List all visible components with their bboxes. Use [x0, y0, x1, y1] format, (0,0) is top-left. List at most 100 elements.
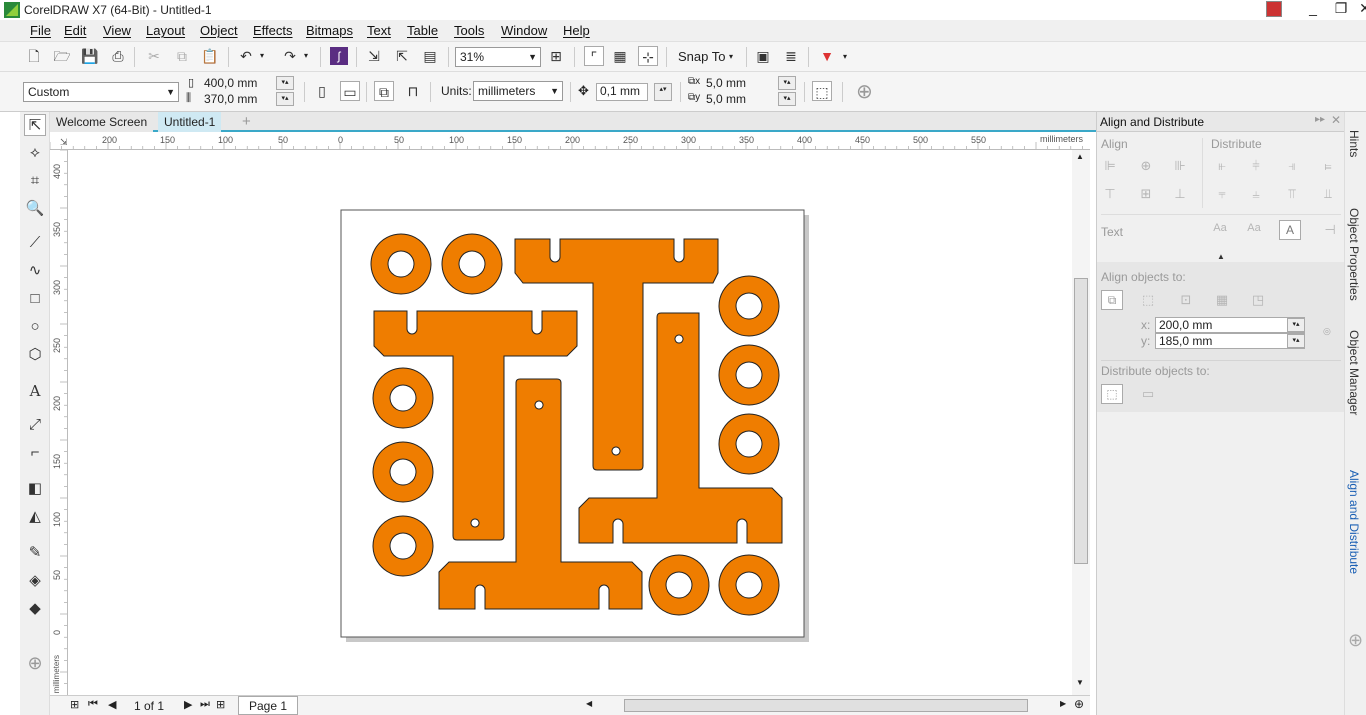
y-spinner[interactable]: ▾▴: [1287, 334, 1305, 348]
specified-point-target-icon[interactable]: ◎: [1323, 326, 1331, 337]
add-tool-icon[interactable]: ⊕: [24, 652, 46, 674]
menu-object[interactable]: Object: [200, 23, 238, 38]
page-height-spinner[interactable]: ▾▴: [276, 92, 294, 106]
snap-to-dropdown-icon[interactable]: ▾: [729, 52, 733, 61]
align-center-horizontal-icon[interactable]: ⊕: [1137, 158, 1155, 174]
menu-help[interactable]: Help: [563, 23, 590, 38]
insert-page-before-icon[interactable]: ⊞: [70, 698, 79, 711]
crop-tool-icon[interactable]: ⌗: [24, 170, 46, 192]
distribute-middle-icon[interactable]: ⫨: [1247, 186, 1265, 202]
drop-shadow-icon[interactable]: ◧: [24, 478, 46, 500]
undo-icon[interactable]: ↶: [236, 46, 256, 66]
insert-page-after-icon[interactable]: ⊞: [216, 698, 225, 711]
full-screen-preview-icon[interactable]: ⊞: [546, 46, 566, 66]
portrait-icon[interactable]: ▯: [312, 81, 332, 101]
align-left-icon[interactable]: ⊫: [1101, 158, 1119, 174]
page-tab[interactable]: Page 1: [238, 696, 299, 715]
menu-view[interactable]: View: [103, 23, 131, 38]
page-preset-combo[interactable]: Custom ▼: [23, 82, 179, 102]
tab-object-properties[interactable]: Object Properties: [1347, 208, 1361, 301]
show-rulers-icon[interactable]: ⌜: [584, 46, 604, 66]
distribute-right-icon[interactable]: ⫣: [1283, 158, 1301, 174]
zoom-level-combo[interactable]: 31% ▼: [455, 47, 541, 67]
align-top-icon[interactable]: ⊤: [1101, 186, 1119, 202]
align-bottom-icon[interactable]: ⊥: [1171, 186, 1189, 202]
zoom-navigator-icon[interactable]: ⊕: [1074, 697, 1084, 711]
text-bounding-box-icon[interactable]: A: [1279, 220, 1301, 240]
ruler-origin-icon[interactable]: ⇲: [60, 137, 68, 148]
save-icon[interactable]: 💾: [80, 46, 100, 66]
pick-tool-icon[interactable]: ⇱: [24, 114, 46, 136]
tab-align-and-distribute[interactable]: Align and Distribute: [1347, 470, 1361, 574]
tab-object-manager[interactable]: Object Manager: [1347, 330, 1361, 415]
horizontal-ruler[interactable]: ⇲ 200 150 100 50 0 50 100 150 200 250 30…: [50, 132, 1090, 150]
redo-dropdown-icon[interactable]: ▾: [304, 51, 308, 60]
last-page-icon[interactable]: ⏭: [200, 698, 210, 711]
first-page-icon[interactable]: ⏮: [88, 698, 98, 711]
page-width-field[interactable]: 400,0 mm: [204, 76, 257, 90]
minimize-button[interactable]: _: [1302, 0, 1324, 16]
open-icon[interactable]: 🗁: [52, 46, 72, 66]
current-page-icon[interactable]: ⊓: [403, 81, 423, 101]
drawing-canvas[interactable]: [68, 150, 1072, 695]
scroll-down-icon[interactable]: ▼: [1076, 678, 1084, 687]
distribute-spacing-vertical-icon[interactable]: ⫫: [1319, 186, 1337, 202]
zoom-tool-icon[interactable]: 🔍: [24, 198, 46, 220]
rectangle-tool-icon[interactable]: □: [24, 288, 46, 310]
menu-layout[interactable]: Layout: [146, 23, 185, 38]
corel-connect-icon[interactable]: ʃ: [330, 47, 348, 65]
snap-to-button[interactable]: Snap To: [678, 49, 725, 64]
show-guidelines-icon[interactable]: ⊹: [638, 46, 658, 66]
shape-tool-icon[interactable]: ⟡: [24, 142, 46, 164]
copy-icon[interactable]: ⧉: [172, 46, 192, 66]
landscape-icon[interactable]: ▭: [340, 81, 360, 101]
redo-icon[interactable]: ↷: [280, 46, 300, 66]
ellipse-tool-icon[interactable]: ○: [24, 316, 46, 338]
smart-fill-icon[interactable]: ◆: [24, 598, 46, 620]
docker-expand-icon[interactable]: ▸▸: [1315, 114, 1325, 125]
undo-dropdown-icon[interactable]: ▾: [260, 51, 264, 60]
duplicate-y-spinner[interactable]: ▾▴: [778, 92, 796, 106]
x-spinner[interactable]: ▾▴: [1287, 318, 1305, 332]
distribute-bottom-icon[interactable]: ⫪: [1283, 186, 1301, 202]
menu-edit[interactable]: Edit: [64, 23, 86, 38]
transparency-tool-icon[interactable]: ◭: [24, 506, 46, 528]
docker-close-icon[interactable]: ✕: [1331, 113, 1341, 127]
scroll-up-icon[interactable]: ▲: [1076, 152, 1084, 161]
interactive-fill-icon[interactable]: ◈: [24, 570, 46, 592]
distribute-left-icon[interactable]: ⫦: [1213, 158, 1231, 174]
previous-page-icon[interactable]: ◀: [108, 698, 116, 711]
menu-text[interactable]: Text: [367, 23, 391, 38]
export-icon[interactable]: ⇱: [392, 46, 412, 66]
menu-bitmaps[interactable]: Bitmaps: [306, 23, 353, 38]
show-grid-icon[interactable]: ▦: [610, 46, 630, 66]
all-pages-icon[interactable]: ⧉: [374, 81, 394, 101]
grid-icon[interactable]: ▦: [1213, 292, 1231, 308]
close-button[interactable]: ✕: [1354, 0, 1366, 17]
distribute-center-icon[interactable]: ⫩: [1247, 158, 1265, 174]
publish-pdf-icon[interactable]: ▤: [420, 46, 440, 66]
distribute-top-icon[interactable]: ⫧: [1213, 186, 1231, 202]
horizontal-scroll-thumb[interactable]: [624, 699, 1028, 712]
freehand-tool-icon[interactable]: ⟋: [24, 232, 46, 254]
restore-button[interactable]: ❐: [1330, 0, 1352, 17]
next-page-icon[interactable]: ▶: [184, 698, 192, 711]
add-tab-button[interactable]: +: [236, 112, 257, 132]
application-launcher-icon[interactable]: ▼: [817, 46, 837, 66]
scroll-right-icon[interactable]: ▶: [1060, 699, 1066, 708]
scroll-left-icon[interactable]: ◀: [586, 699, 592, 708]
page-edge-icon[interactable]: ⬚: [1139, 292, 1157, 308]
tab-untitled-1[interactable]: Untitled-1: [158, 112, 222, 132]
align-right-icon[interactable]: ⊪: [1171, 158, 1189, 174]
text-outline-icon[interactable]: ⊣: [1321, 222, 1339, 238]
page-center-icon[interactable]: ⊡: [1177, 292, 1195, 308]
menu-window[interactable]: Window: [501, 23, 547, 38]
selection-extent-icon[interactable]: ⬚: [1101, 384, 1123, 404]
user-account-icon[interactable]: [1266, 1, 1282, 17]
connector-tool-icon[interactable]: ⌐: [24, 442, 46, 464]
add-options-icon[interactable]: ⊕: [856, 79, 873, 104]
collapse-section-icon[interactable]: ▲: [1217, 252, 1225, 261]
x-coordinate-field[interactable]: 200,0 mm: [1155, 317, 1305, 333]
align-center-vertical-icon[interactable]: ⊞: [1137, 186, 1155, 202]
specified-point-icon[interactable]: ◳: [1249, 292, 1267, 308]
